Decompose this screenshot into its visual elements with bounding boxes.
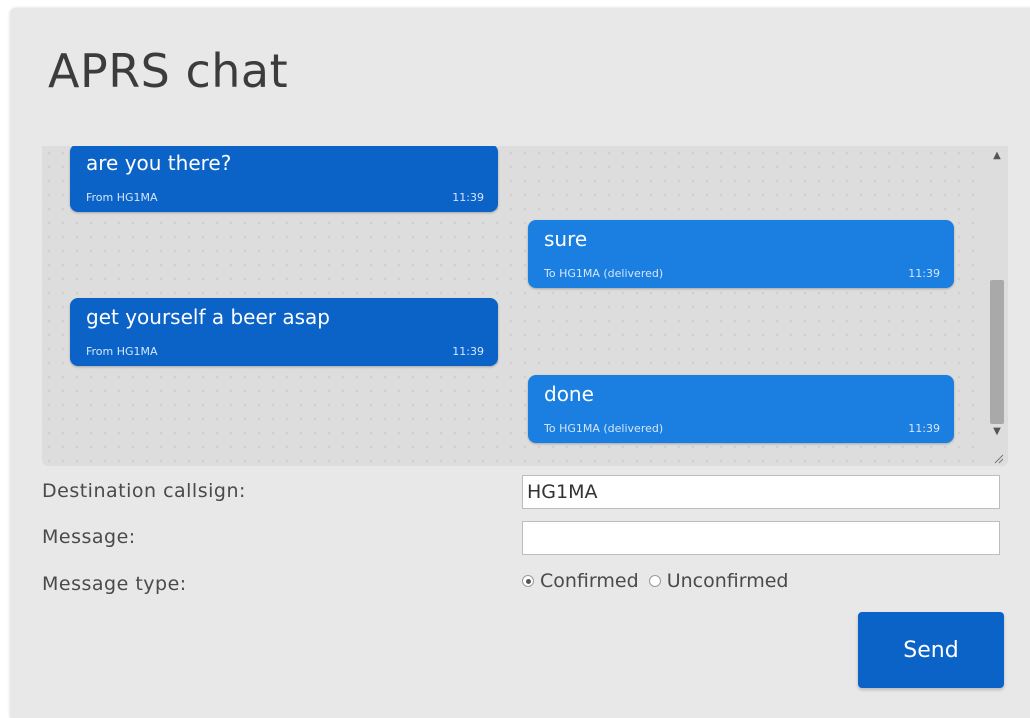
radio-confirmed[interactable]: Confirmed: [522, 570, 639, 592]
destination-callsign-label: Destination callsign:: [42, 480, 246, 502]
page-title: APRS chat: [48, 44, 289, 98]
message-bubble-outgoing: sure To HG1MA (delivered) 11:39: [528, 220, 954, 288]
message-bubble-incoming: get yourself a beer asap From HG1MA 11:3…: [70, 298, 498, 366]
message-time: 11:39: [452, 345, 484, 358]
message-list[interactable]: are you there? From HG1MA 11:39 sure To …: [42, 146, 1008, 466]
message-bubble-outgoing: done To HG1MA (delivered) 11:39: [528, 375, 954, 443]
message-text: get yourself a beer asap: [86, 305, 330, 329]
send-button[interactable]: Send: [858, 612, 1004, 688]
message-recipient: To HG1MA (delivered): [544, 422, 664, 435]
scroll-down-arrow-icon[interactable]: ▼: [990, 426, 1004, 438]
message-text: are you there?: [86, 151, 232, 175]
scroll-up-arrow-icon[interactable]: ▲: [990, 150, 1004, 162]
radio-confirmed-label: Confirmed: [540, 570, 639, 592]
message-time: 11:39: [908, 267, 940, 280]
radio-unconfirmed-label: Unconfirmed: [666, 570, 789, 592]
message-text: done: [544, 382, 594, 406]
resize-grip-icon[interactable]: [992, 452, 1004, 464]
message-text: sure: [544, 227, 588, 251]
message-time: 11:39: [908, 422, 940, 435]
scrollbar-thumb[interactable]: [990, 280, 1004, 424]
message-bubble-incoming: are you there? From HG1MA 11:39: [70, 146, 498, 212]
message-time: 11:39: [452, 191, 484, 204]
message-label: Message:: [42, 526, 136, 548]
radio-unconfirmed[interactable]: Unconfirmed: [648, 570, 789, 592]
destination-callsign-input[interactable]: [522, 475, 1000, 509]
message-list-scrollbar[interactable]: ▲ ▼: [986, 146, 1008, 466]
radio-unchecked-icon[interactable]: [648, 575, 661, 587]
message-type-radio-group: Confirmed Unconfirmed: [522, 570, 792, 592]
message-input[interactable]: [522, 521, 1000, 555]
message-sender: From HG1MA: [86, 191, 158, 204]
message-type-label: Message type:: [42, 573, 187, 595]
message-sender: From HG1MA: [86, 345, 158, 358]
radio-checked-icon[interactable]: [522, 575, 534, 587]
message-recipient: To HG1MA (delivered): [544, 267, 664, 280]
